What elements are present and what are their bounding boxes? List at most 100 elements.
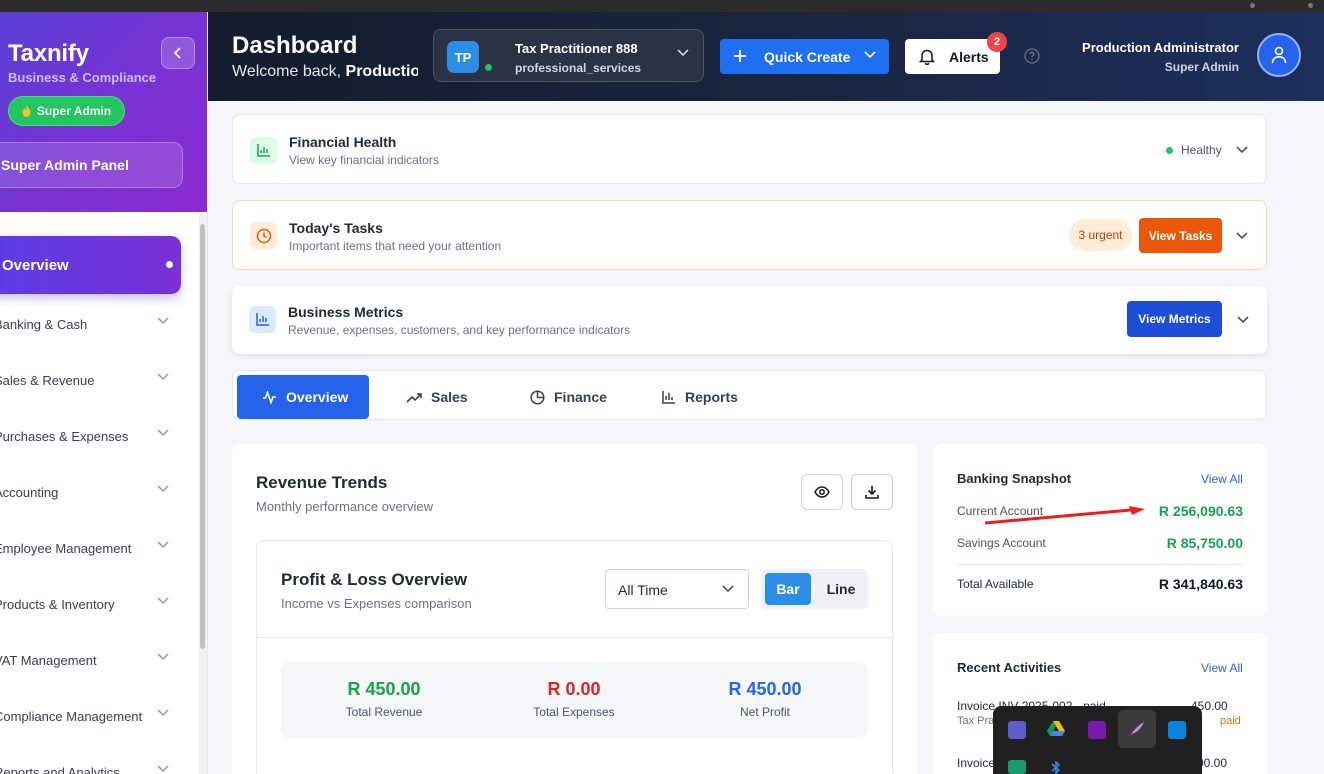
sidebar-item-vat[interactable]: VAT Management: [0, 645, 169, 675]
teams-icon[interactable]: [1008, 721, 1026, 739]
scrollbar-thumb[interactable]: [200, 224, 205, 649]
stat-label: Net Profit: [739, 705, 790, 719]
view-all-link[interactable]: View All: [1201, 661, 1243, 675]
user-avatar[interactable]: [1257, 33, 1301, 77]
sidebar-item-purchases[interactable]: Purchases & Expenses: [0, 421, 169, 451]
window-dot: [1250, 3, 1255, 8]
pl-title: Profit & Loss Overview: [281, 570, 468, 589]
sidebar-item-sales[interactable]: Sales & Revenue: [0, 365, 169, 395]
plus-icon: [734, 50, 746, 62]
sidebar-item-compliance[interactable]: Compliance Management: [0, 701, 169, 731]
sidebar-item-label: Sales & Revenue: [0, 372, 95, 388]
view-all-link[interactable]: View All: [1201, 472, 1243, 486]
revenue-trends-card: Revenue Trends Monthly performance overv…: [232, 444, 917, 774]
feather-app-icon[interactable]: [1118, 710, 1156, 748]
onenote-icon[interactable]: [1088, 721, 1106, 739]
chevron-down-icon: [157, 317, 169, 325]
card-title: Banking Snapshot: [957, 471, 1072, 486]
tab-reports[interactable]: Reports: [637, 375, 757, 419]
brand-name: Taxnify: [8, 40, 89, 67]
clock-icon: [250, 222, 277, 249]
brand-subtitle: Business & Compliance: [8, 70, 157, 85]
sidebar-item-employees[interactable]: Employee Management: [0, 533, 169, 563]
chart-bar-icon: [250, 137, 277, 164]
section-subtitle: View key financial indicators: [289, 153, 439, 167]
bluetooth-icon[interactable]: [1050, 761, 1062, 774]
activity-status: paid: [1220, 715, 1241, 727]
chevron-down-icon: [157, 653, 169, 661]
bar-toggle-button[interactable]: Bar: [765, 573, 811, 605]
sidebar-item-products[interactable]: Products & Inventory: [0, 589, 169, 619]
account-amount: R 85,750.00: [1166, 535, 1243, 551]
sidebar: Taxnify Business & Compliance Super Admi…: [0, 12, 208, 774]
tab-label: Finance: [554, 389, 607, 405]
page-title: Dashboard: [232, 32, 358, 59]
sidebar-scrollbar[interactable]: [199, 212, 207, 774]
welcome-message: Welcome back, Production Administrator: [232, 63, 418, 81]
tab-label: Overview: [286, 389, 349, 405]
account-amount: R 256,090.63: [1158, 503, 1243, 519]
period-select[interactable]: All Time: [605, 569, 749, 609]
security-shield-icon[interactable]: [1008, 760, 1026, 774]
annotation-arrow: [985, 506, 1145, 525]
alerts-button[interactable]: Alerts 2: [905, 32, 1007, 74]
todays-tasks-section[interactable]: Today's Tasks Important items that need …: [232, 200, 1267, 270]
section-title: Business Metrics: [288, 304, 404, 320]
sidebar-item-label: Reports and Analytics: [0, 764, 120, 774]
tab-finance[interactable]: Finance: [505, 375, 623, 419]
view-metrics-button[interactable]: View Metrics: [1127, 301, 1222, 337]
stat-value: R 450.00: [347, 679, 421, 699]
bell-icon: [919, 49, 935, 65]
total-amount: R 341,840.63: [1158, 576, 1243, 592]
chevron-down-icon[interactable]: [1236, 146, 1248, 154]
chevron-down-icon: [157, 541, 169, 549]
download-button[interactable]: [851, 474, 893, 510]
section-subtitle: Revenue, expenses, customers, and key pe…: [288, 323, 631, 337]
admin-panel-button[interactable]: Super Admin Panel: [0, 142, 183, 188]
role-badge: Super Admin: [8, 96, 125, 126]
net-profit-stat: R 450.00 Net Profit: [675, 679, 855, 719]
chevron-down-icon[interactable]: [1236, 232, 1248, 240]
tab-overview[interactable]: Overview: [237, 375, 369, 419]
chevron-down-icon: [157, 765, 169, 773]
chevron-down-icon[interactable]: [1237, 316, 1249, 324]
welcome-prefix: Welcome back,: [232, 63, 342, 80]
bar-chart-icon: [662, 390, 675, 404]
activity-title[interactable]: Invoice: [957, 756, 995, 770]
help-icon[interactable]: [1024, 48, 1040, 64]
sidebar-item-overview[interactable]: Overview: [0, 236, 181, 294]
stat-label: Total Expenses: [533, 705, 615, 719]
quick-create-button[interactable]: Quick Create: [720, 39, 889, 74]
view-tasks-button[interactable]: View Tasks: [1139, 218, 1222, 253]
alerts-count-badge: 2: [987, 32, 1007, 52]
activity-icon: [263, 390, 276, 404]
sidebar-item-reports[interactable]: Reports and Analytics: [0, 757, 169, 774]
activity-meta: Tax Pra: [957, 715, 995, 727]
status-dot: [1166, 146, 1173, 154]
google-drive-icon[interactable]: [1047, 721, 1065, 737]
role-badge-label: Super Admin: [36, 104, 112, 118]
sidebar-item-banking[interactable]: Banking & Cash: [0, 309, 169, 339]
chevron-left-icon: [173, 47, 181, 59]
financial-health-section[interactable]: Financial Health View key financial indi…: [232, 114, 1267, 184]
sidebar-item-label: Compliance Management: [0, 708, 143, 724]
sidebar-item-accounting[interactable]: Accounting: [0, 477, 169, 507]
flame-icon: [22, 105, 31, 117]
chevron-down-icon: [157, 373, 169, 381]
section-subtitle: Important items that need your attention: [289, 239, 502, 253]
trending-up-icon: [406, 392, 422, 403]
pie-chart-icon: [530, 389, 545, 405]
account-row: Savings Account R 85,750.00: [957, 535, 1243, 551]
line-toggle-button[interactable]: Line: [817, 573, 865, 605]
tenant-switcher[interactable]: TP Tax Practitioner 888 professional_ser…: [433, 29, 704, 82]
business-metrics-section[interactable]: Business Metrics Revenue, expenses, cust…: [232, 286, 1267, 354]
tenant-name: Tax Practitioner 888: [515, 41, 638, 56]
tab-sales[interactable]: Sales: [381, 375, 491, 419]
section-title: Today's Tasks: [289, 220, 383, 236]
toggle-visibility-button[interactable]: [801, 474, 843, 510]
tab-label: Reports: [685, 389, 738, 405]
tenant-type: professional_services: [515, 61, 642, 75]
chevron-down-icon: [157, 429, 169, 437]
store-app-icon[interactable]: [1168, 721, 1186, 739]
collapse-sidebar-button[interactable]: [161, 37, 195, 69]
